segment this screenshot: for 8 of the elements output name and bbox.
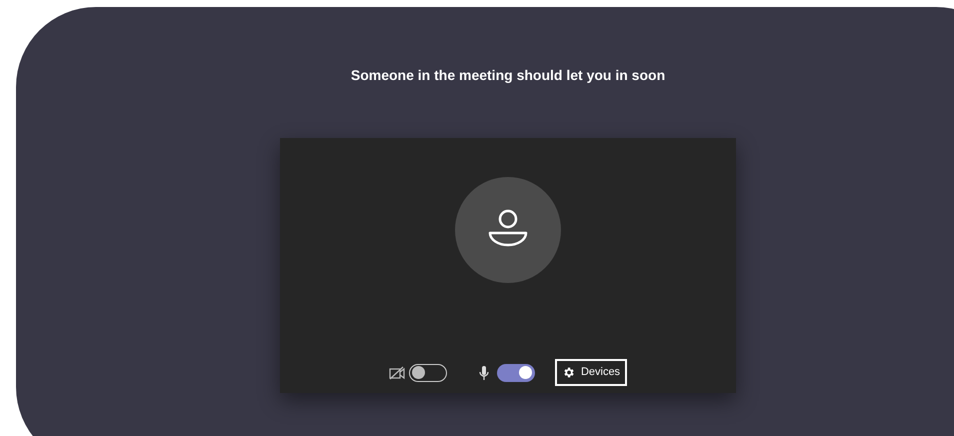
status-message: Someone in the meeting should let you in soon [350,66,666,85]
camera-off-icon [388,366,405,380]
avatar-icon [455,177,561,283]
camera-toggle[interactable] [408,364,447,382]
devices-button[interactable]: Devices [554,359,628,386]
microphone-icon [478,364,489,380]
settings-icon [562,366,575,379]
microphone-toggle[interactable] [496,364,535,382]
